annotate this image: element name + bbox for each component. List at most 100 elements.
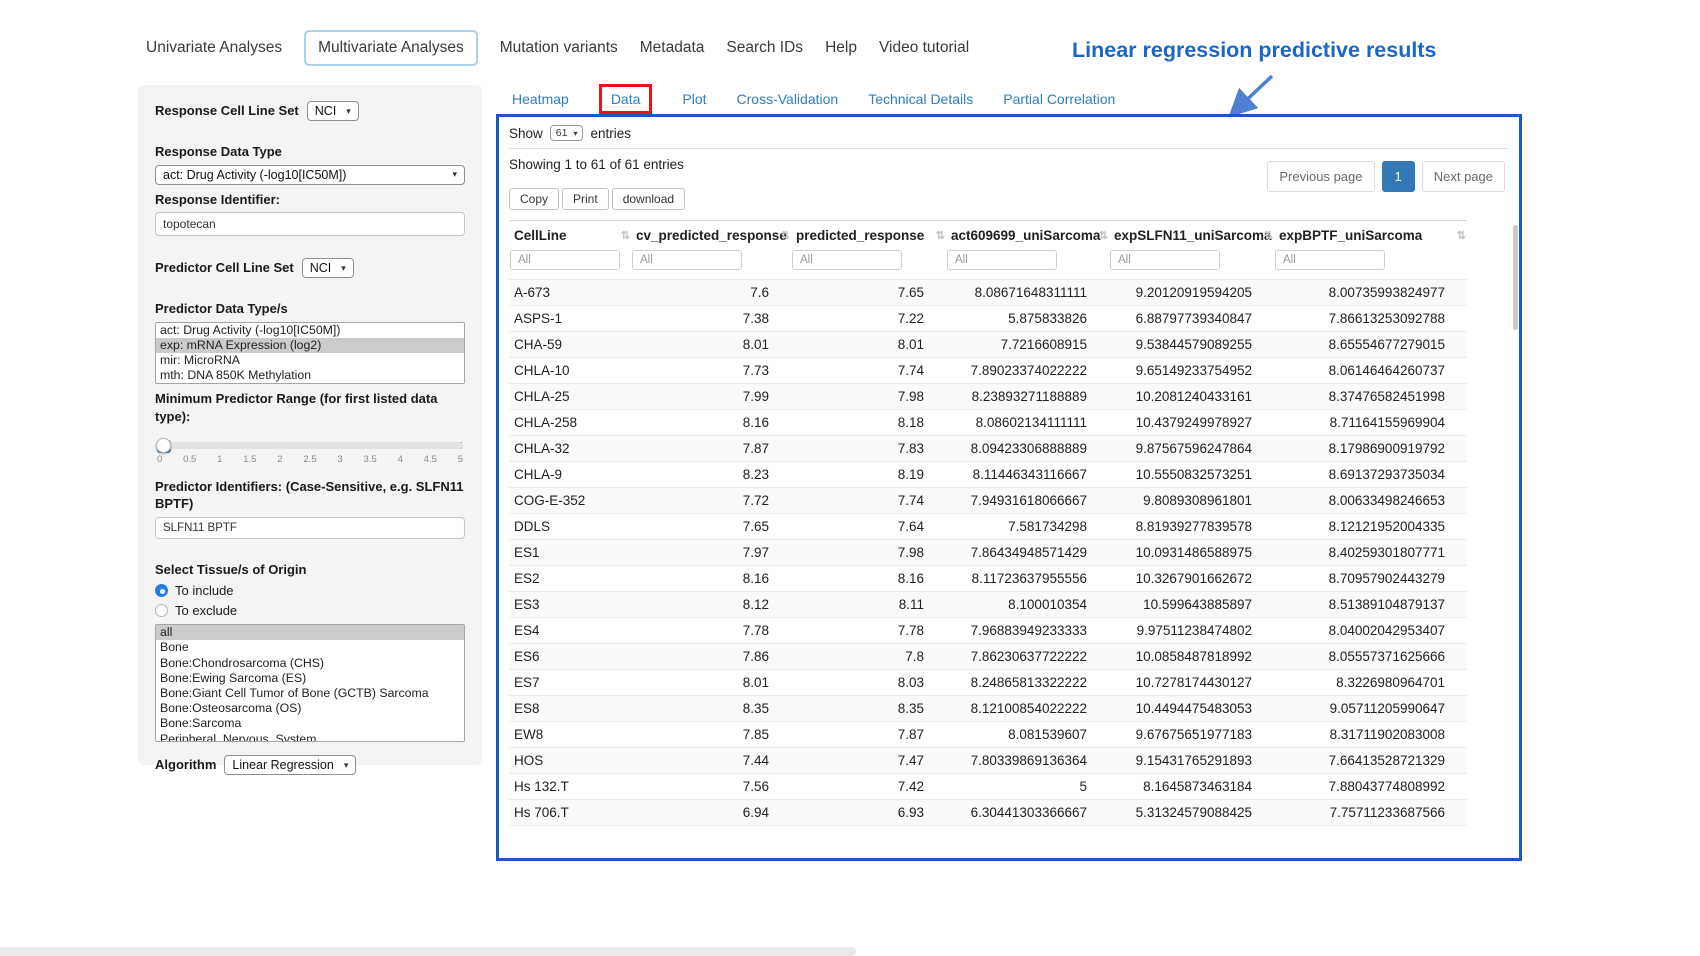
response-identifier-input[interactable]	[155, 212, 465, 236]
tab-plot[interactable]: Plot	[682, 91, 706, 107]
column-header-act609699-unisarcoma[interactable]: act609699_uniSarcoma⇅	[946, 221, 1109, 251]
tab-partial-correlation[interactable]: Partial Correlation	[1003, 91, 1115, 107]
value-cell: 7.86434948571429	[946, 540, 1109, 566]
sort-icon[interactable]: ⇅	[1457, 229, 1466, 242]
option-bone-sarcoma[interactable]: Bone:Sarcoma	[156, 716, 464, 731]
value-cell: 7.89023374022222	[946, 358, 1109, 384]
radio-to-exclude[interactable]: To exclude	[155, 603, 465, 618]
option-peripheral-nervous-system[interactable]: Peripheral_Nervous_System	[156, 732, 464, 743]
download-button[interactable]: download	[612, 188, 685, 210]
option-mir-microrna[interactable]: mir: MicroRNA	[156, 353, 464, 368]
filter-input-cellline[interactable]	[510, 250, 620, 270]
vertical-scrollbar[interactable]	[1513, 225, 1518, 330]
next-page-button[interactable]: Next page	[1422, 161, 1505, 192]
value-cell: 7.65	[631, 514, 791, 540]
table-row: Hs 132.T7.567.4258.16458734631847.880437…	[509, 774, 1467, 800]
print-button[interactable]: Print	[562, 188, 609, 210]
option-all[interactable]: all	[156, 625, 464, 640]
option-act-drug-activity-log10-ic50m[interactable]: act: Drug Activity (-log10[IC50M])	[156, 323, 464, 338]
value-cell: 8.65554677279015	[1274, 332, 1467, 358]
predictor-identifiers-input[interactable]	[155, 517, 465, 539]
tab-technical-details[interactable]: Technical Details	[868, 91, 973, 107]
option-bone-ewing-sarcoma-es[interactable]: Bone:Ewing Sarcoma (ES)	[156, 671, 464, 686]
option-bone-chondrosarcoma-chs[interactable]: Bone:Chondrosarcoma (CHS)	[156, 656, 464, 671]
tab-heatmap[interactable]: Heatmap	[512, 91, 569, 107]
value-cell: 9.20120919594205	[1109, 280, 1274, 306]
table-row: ES17.977.987.8643494857142910.0931486588…	[509, 540, 1467, 566]
response-cell-line-set-select[interactable]: NCI▾	[307, 101, 359, 121]
filter-input-expbptf-unisarcoma[interactable]	[1275, 250, 1385, 270]
option-bone-osteosarcoma-os[interactable]: Bone:Osteosarcoma (OS)	[156, 701, 464, 716]
filter-input-expslfn11-unisarcoma[interactable]	[1110, 250, 1220, 270]
filter-input-cv-predicted-response[interactable]	[632, 250, 742, 270]
value-cell: 9.87567596247864	[1109, 436, 1274, 462]
cellline-cell: ES7	[509, 670, 631, 696]
table-row: A-6737.67.658.086716483111119.2012091959…	[509, 280, 1467, 306]
nav-item-univariate-analyses[interactable]: Univariate Analyses	[146, 31, 282, 65]
copy-button[interactable]: Copy	[509, 188, 559, 210]
column-header-cv-predicted-response[interactable]: cv_predicted_response⇅	[631, 221, 791, 251]
nav-item-multivariate-analyses[interactable]: Multivariate Analyses	[304, 30, 478, 66]
predictor-cell-line-set-select[interactable]: NCI▾	[302, 258, 354, 278]
value-cell: 8.69137293735034	[1274, 462, 1467, 488]
slider-track[interactable]	[157, 442, 463, 449]
value-cell: 7.66413528721329	[1274, 748, 1467, 774]
tab-cross-validation[interactable]: Cross-Validation	[737, 91, 839, 107]
value-cell: 10.7278174430127	[1109, 670, 1274, 696]
data-table: CellLine⇅cv_predicted_response⇅predicted…	[509, 220, 1467, 826]
show-entries-row: Show 61▾ entries	[509, 122, 1509, 149]
nav-item-search-ids[interactable]: Search IDs	[726, 31, 803, 65]
value-cell: 7.47	[791, 748, 946, 774]
value-cell: 5.875833826	[946, 306, 1109, 332]
option-mth-dna-850k-methylation[interactable]: mth: DNA 850K Methylation	[156, 368, 464, 383]
radio-to-include[interactable]: To include	[155, 583, 465, 598]
column-label: expSLFN11_uniSarcoma	[1114, 228, 1272, 243]
table-row: ES47.787.787.968839492333339.97511238474…	[509, 618, 1467, 644]
horizontal-scrollbar[interactable]	[0, 947, 856, 956]
table-row: ES78.018.038.2486581332222210.7278174430…	[509, 670, 1467, 696]
option-bone[interactable]: Bone	[156, 640, 464, 655]
value-cell: 9.53844579089255	[1109, 332, 1274, 358]
cellline-cell: ES2	[509, 566, 631, 592]
entries-count-select[interactable]: 61▾	[550, 125, 584, 141]
option-exp-mrna-expression-log2[interactable]: exp: mRNA Expression (log2)	[156, 338, 464, 353]
value-cell: 7.86230637722222	[946, 644, 1109, 670]
value-cell: 6.30441303366667	[946, 800, 1109, 826]
sort-icon[interactable]: ⇅	[936, 229, 945, 242]
slider-handle[interactable]	[156, 438, 171, 453]
table-row: ES38.128.118.10001035410.5996438858978.5…	[509, 592, 1467, 618]
column-header-expslfn11-unisarcoma[interactable]: expSLFN11_uniSarcoma⇅	[1109, 221, 1274, 251]
filter-input-predicted-response[interactable]	[792, 250, 902, 270]
sort-icon[interactable]: ⇅	[1099, 229, 1108, 242]
nav-item-metadata[interactable]: Metadata	[640, 31, 705, 65]
response-data-type-select[interactable]: act: Drug Activity (-log10[IC50M])▾	[155, 165, 465, 185]
option-bone-giant-cell-tumor-of-bone-gctb-sarcoma[interactable]: Bone:Giant Cell Tumor of Bone (GCTB) Sar…	[156, 686, 464, 701]
slider-tick: 2.5	[303, 454, 316, 465]
slider-tick: 1	[217, 454, 222, 465]
table-row: CHLA-98.238.198.1144634311666710.5550832…	[509, 462, 1467, 488]
nav-item-mutation-variants[interactable]: Mutation variants	[500, 31, 618, 65]
value-cell: 7.78	[631, 618, 791, 644]
tab-data[interactable]: Data	[599, 84, 653, 114]
sort-icon[interactable]: ⇅	[1264, 229, 1273, 242]
tissue-radios: To include To exclude	[155, 583, 465, 618]
cellline-cell: DDLS	[509, 514, 631, 540]
sort-icon[interactable]: ⇅	[621, 229, 630, 242]
column-header-predicted-response[interactable]: predicted_response⇅	[791, 221, 946, 251]
previous-page-button[interactable]: Previous page	[1267, 161, 1374, 192]
column-header-cellline[interactable]: CellLine⇅	[509, 221, 631, 251]
nav-item-video-tutorial[interactable]: Video tutorial	[879, 31, 969, 65]
sort-icon[interactable]: ⇅	[781, 229, 790, 242]
page-1-button[interactable]: 1	[1382, 161, 1415, 192]
table-row: CHLA-107.737.747.890233740222229.6514923…	[509, 358, 1467, 384]
filter-input-act609699-unisarcoma[interactable]	[947, 250, 1057, 270]
column-header-expbptf-unisarcoma[interactable]: expBPTF_uniSarcoma⇅	[1274, 221, 1467, 251]
nav-item-help[interactable]: Help	[825, 31, 857, 65]
value-cell: 8.03	[791, 670, 946, 696]
algorithm-select[interactable]: Linear Regression▾	[224, 755, 356, 775]
cellline-cell: ES1	[509, 540, 631, 566]
value-cell: 10.4379249978927	[1109, 410, 1274, 436]
min-predictor-range-slider[interactable]: 0 5 00.511.522.533.544.55	[157, 442, 463, 465]
cellline-cell: EW8	[509, 722, 631, 748]
radio-label: To exclude	[175, 603, 237, 618]
